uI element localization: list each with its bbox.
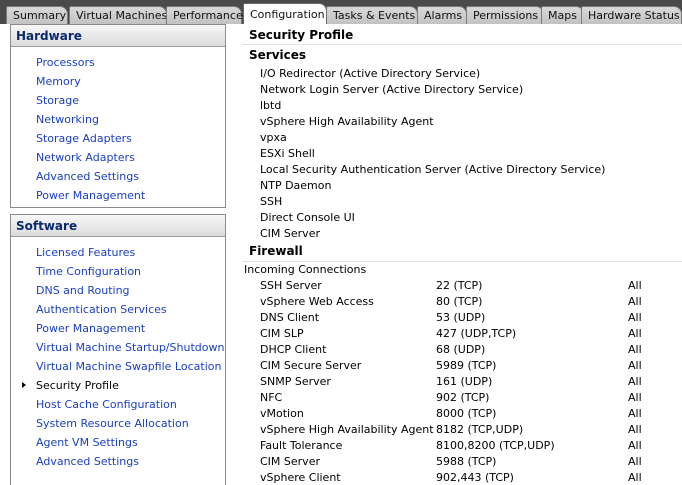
firewall-rule-allowed: All xyxy=(628,471,642,484)
firewall-rule-name: Fault Tolerance xyxy=(260,439,343,452)
tab-maps[interactable]: Maps xyxy=(541,6,584,24)
service-item: I/O Redirector (Active Directory Service… xyxy=(260,67,481,80)
firewall-rule-allowed: All xyxy=(628,327,642,340)
nav-authentication-services[interactable]: Authentication Services xyxy=(36,300,167,319)
firewall-rule-ports: 68 (UDP) xyxy=(436,343,486,356)
tab-virtual-machines[interactable]: Virtual Machines xyxy=(69,6,167,24)
firewall-rule-allowed: All xyxy=(628,407,642,420)
service-item: NTP Daemon xyxy=(260,179,332,192)
firewall-rule-ports: 902,443 (TCP) xyxy=(436,471,514,484)
tab-alarms[interactable]: Alarms xyxy=(417,6,467,24)
tab-tasks-events[interactable]: Tasks & Events xyxy=(326,6,418,24)
service-item: Direct Console UI xyxy=(260,211,355,224)
service-item: SSH xyxy=(260,195,283,208)
firewall-divider xyxy=(242,261,682,262)
nav-network-adapters[interactable]: Network Adapters xyxy=(36,148,135,167)
firewall-rule-allowed: All xyxy=(628,375,642,388)
service-item: CIM Server xyxy=(260,227,320,240)
nav-memory[interactable]: Memory xyxy=(36,72,81,91)
firewall-rule-name: CIM SLP xyxy=(260,327,304,340)
firewall-rule-allowed: All xyxy=(628,359,642,372)
tab-performance[interactable]: Performance xyxy=(166,6,243,24)
firewall-rule-allowed: All xyxy=(628,391,642,404)
tab-permissions[interactable]: Permissions xyxy=(466,6,544,24)
firewall-rule-ports: 902 (TCP) xyxy=(436,391,490,404)
nav-networking[interactable]: Networking xyxy=(36,110,99,129)
firewall-rule-ports: 427 (UDP,TCP) xyxy=(436,327,517,340)
nav-storage-adapters[interactable]: Storage Adapters xyxy=(36,129,132,148)
tab-summary[interactable]: Summary xyxy=(6,6,68,24)
firewall-rule-allowed: All xyxy=(628,311,642,324)
firewall-rule-name: DHCP Client xyxy=(260,343,327,356)
nav-security-profile[interactable]: Security Profile xyxy=(36,376,119,395)
nav-agent-vm-settings[interactable]: Agent VM Settings xyxy=(36,433,138,452)
incoming-connections-label: Incoming Connections xyxy=(244,263,367,276)
firewall-rule-allowed: All xyxy=(628,279,642,292)
firewall-rule-allowed: All xyxy=(628,343,642,356)
nav-system-resource-allocation[interactable]: System Resource Allocation xyxy=(36,414,189,433)
service-item: Network Login Server (Active Directory S… xyxy=(260,83,524,96)
firewall-rule-ports: 53 (UDP) xyxy=(436,311,486,324)
selected-arrow-icon xyxy=(22,382,26,388)
nav-dns-and-routing[interactable]: DNS and Routing xyxy=(36,281,130,300)
firewall-rule-ports: 80 (TCP) xyxy=(436,295,483,308)
nav-vm-swapfile-location[interactable]: Virtual Machine Swapfile Location xyxy=(36,357,221,376)
nav-host-cache-configuration[interactable]: Host Cache Configuration xyxy=(36,395,177,414)
tab-hardware-status[interactable]: Hardware Status xyxy=(581,6,682,24)
hardware-panel: Hardware Processors Memory Storage Netwo… xyxy=(10,24,226,208)
firewall-rule-ports: 5988 (TCP) xyxy=(436,455,497,468)
tab-bar: Summary Virtual Machines Performance Tas… xyxy=(0,0,682,24)
services-heading: Services xyxy=(249,48,307,62)
firewall-rule-ports: 8100,8200 (TCP,UDP) xyxy=(436,439,555,452)
software-panel: Software Licensed Features Time Configur… xyxy=(10,214,226,485)
firewall-rule-ports: 161 (UDP) xyxy=(436,375,493,388)
service-item: Local Security Authentication Server (Ac… xyxy=(260,163,606,176)
software-panel-title: Software xyxy=(11,215,225,237)
firewall-rule-allowed: All xyxy=(628,423,642,436)
firewall-rule-name: CIM Secure Server xyxy=(260,359,362,372)
nav-vm-startup-shutdown[interactable]: Virtual Machine Startup/Shutdown xyxy=(36,338,224,357)
security-profile-content: Security Profile Services I/O Redirector… xyxy=(236,24,682,485)
firewall-rule-name: DNS Client xyxy=(260,311,320,324)
firewall-rule-ports: 22 (TCP) xyxy=(436,279,483,292)
firewall-rule-name: vSphere High Availability Agent xyxy=(260,423,434,436)
firewall-rule-allowed: All xyxy=(628,295,642,308)
nav-advanced-settings-hw[interactable]: Advanced Settings xyxy=(36,167,139,186)
tab-configuration[interactable]: Configuration xyxy=(243,3,327,24)
firewall-rule-name: SNMP Server xyxy=(260,375,331,388)
firewall-rule-ports: 5989 (TCP) xyxy=(436,359,497,372)
service-item: lbtd xyxy=(260,99,282,112)
title-divider xyxy=(242,44,682,45)
service-item: ESXi Shell xyxy=(260,147,315,160)
service-item: vSphere High Availability Agent xyxy=(260,115,434,128)
page-title: Security Profile xyxy=(249,28,354,42)
nav-storage[interactable]: Storage xyxy=(36,91,79,110)
firewall-rule-name: NFC xyxy=(260,391,283,404)
service-item: vpxa xyxy=(260,131,287,144)
firewall-rule-allowed: All xyxy=(628,439,642,452)
firewall-rule-name: vMotion xyxy=(260,407,304,420)
firewall-rule-allowed: All xyxy=(628,455,642,468)
nav-licensed-features[interactable]: Licensed Features xyxy=(36,243,135,262)
nav-processors[interactable]: Processors xyxy=(36,53,95,72)
hardware-panel-title: Hardware xyxy=(11,25,225,47)
firewall-rule-ports: 8182 (TCP,UDP) xyxy=(436,423,524,436)
nav-time-configuration[interactable]: Time Configuration xyxy=(36,262,141,281)
firewall-rule-name: vSphere Client xyxy=(260,471,341,484)
nav-advanced-settings-sw[interactable]: Advanced Settings xyxy=(36,452,139,471)
firewall-rule-name: SSH Server xyxy=(260,279,322,292)
nav-power-management-sw[interactable]: Power Management xyxy=(36,319,145,338)
firewall-rule-name: vSphere Web Access xyxy=(260,295,374,308)
firewall-heading: Firewall xyxy=(249,244,303,258)
firewall-rule-ports: 8000 (TCP) xyxy=(436,407,497,420)
firewall-rule-name: CIM Server xyxy=(260,455,320,468)
nav-power-management-hw[interactable]: Power Management xyxy=(36,186,145,205)
